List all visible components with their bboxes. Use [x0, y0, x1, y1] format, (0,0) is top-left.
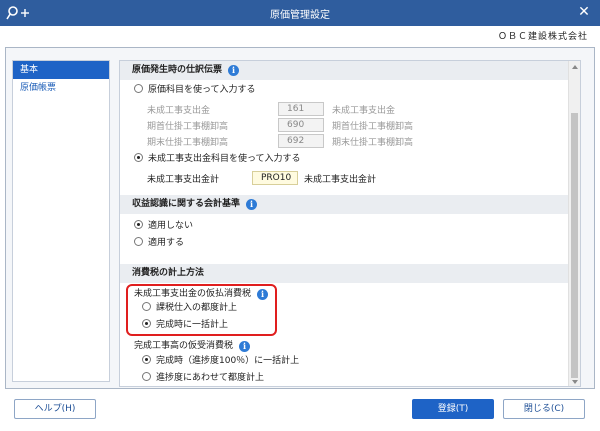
radio-button[interactable] — [134, 153, 143, 162]
radio-button[interactable] — [134, 237, 143, 246]
account-name: 未成工事支出金 — [332, 106, 396, 116]
field-label: 未成工事支出金計 — [147, 175, 220, 185]
field-row-wip: 未成工事支出金 161 未成工事支出金 — [147, 102, 547, 116]
field-label: 期末仕掛工事棚卸高 — [147, 138, 229, 148]
scroll-up-icon[interactable] — [572, 65, 578, 69]
help-button[interactable]: ヘルプ(H) — [14, 399, 96, 419]
radio-button[interactable] — [134, 220, 143, 229]
radio-label: 完成時（進捗度100％）に一括計上 — [156, 356, 300, 366]
vertical-scrollbar[interactable] — [568, 61, 580, 386]
sidebar-item-basic[interactable]: 基本 — [13, 61, 109, 79]
info-icon[interactable]: i — [228, 65, 240, 76]
radio-apply[interactable]: 適用する — [134, 236, 184, 250]
radio-label: 進捗度にあわせて都度計上 — [156, 373, 265, 383]
radio-completion-lump[interactable]: 完成時（進捗度100％）に一括計上 — [142, 354, 299, 368]
code-field[interactable]: 161 — [278, 102, 324, 116]
account-name: 期末仕掛工事棚卸高 — [332, 138, 414, 148]
radio-not-apply[interactable]: 適用しない — [134, 219, 193, 233]
close-icon[interactable]: ✕ — [576, 4, 592, 20]
settings-panel: 原価発生時の仕訳伝票 i 原価科目を使って入力する 未成工事支出金 161 未成工… — [119, 60, 581, 387]
radio-label: 適用しない — [148, 221, 194, 231]
section-header-revenue: 収益認識に関する会計基準 i — [120, 195, 568, 214]
radio-by-progress[interactable]: 進捗度にあわせて都度計上 — [142, 371, 264, 385]
section-header-tax: 消費税の計上方法 — [120, 264, 568, 283]
field-row-opening: 期首仕掛工事棚卸高 690 期首仕掛工事棚卸高 — [147, 118, 547, 132]
radio-label: 原価科目を使って入力する — [148, 85, 256, 95]
radio-wip-account[interactable]: 未成工事支出金科目を使って入力する — [134, 152, 301, 166]
radio-button[interactable] — [142, 372, 151, 381]
account-name: 未成工事支出金計 — [304, 175, 377, 185]
radio-label: 適用する — [148, 238, 185, 248]
sidebar: 基本 原価帳票 — [12, 60, 110, 382]
group-label-received-tax: 完成工事高の仮受消費税 i — [134, 339, 251, 353]
section-title: 消費税の計上方法 — [132, 268, 205, 278]
section-title: 収益認識に関する会計基準 — [132, 199, 241, 209]
field-row-total: 未成工事支出金計 PRO10 未成工事支出金計 — [147, 171, 547, 185]
register-button[interactable]: 登録(T) — [412, 399, 494, 419]
window-title: 原価管理設定 — [270, 10, 330, 21]
field-label: 期首仕掛工事棚卸高 — [147, 122, 229, 132]
code-field[interactable]: PRO10 — [252, 171, 298, 185]
radio-cost-account[interactable]: 原価科目を使って入力する — [134, 83, 256, 97]
code-field[interactable]: 690 — [278, 118, 324, 132]
title-bar: 原価管理設定 ✕ — [0, 0, 600, 26]
sidebar-item-cost-reports[interactable]: 原価帳票 — [13, 79, 109, 97]
info-icon[interactable]: i — [246, 199, 258, 210]
radio-button[interactable] — [134, 84, 143, 93]
radio-button[interactable] — [142, 355, 151, 364]
info-icon[interactable]: i — [239, 341, 251, 352]
radio-label: 未成工事支出金科目を使って入力する — [148, 154, 301, 164]
field-label: 未成工事支出金 — [147, 106, 211, 116]
field-row-closing: 期末仕掛工事棚卸高 692 期末仕掛工事棚卸高 — [147, 134, 547, 148]
highlight-box — [126, 284, 277, 336]
scroll-down-icon[interactable] — [572, 380, 578, 384]
code-field[interactable]: 692 — [278, 134, 324, 148]
section-header-journal: 原価発生時の仕訳伝票 i — [120, 61, 568, 80]
section-title: 原価発生時の仕訳伝票 — [132, 65, 223, 75]
account-name: 期首仕掛工事棚卸高 — [332, 122, 414, 132]
group-label: 完成工事高の仮受消費税 — [134, 341, 234, 351]
close-button[interactable]: 閉じる(C) — [503, 399, 585, 419]
scroll-thumb[interactable] — [571, 113, 578, 378]
company-name: ＯＢＣ建設株式会社 — [497, 32, 588, 42]
